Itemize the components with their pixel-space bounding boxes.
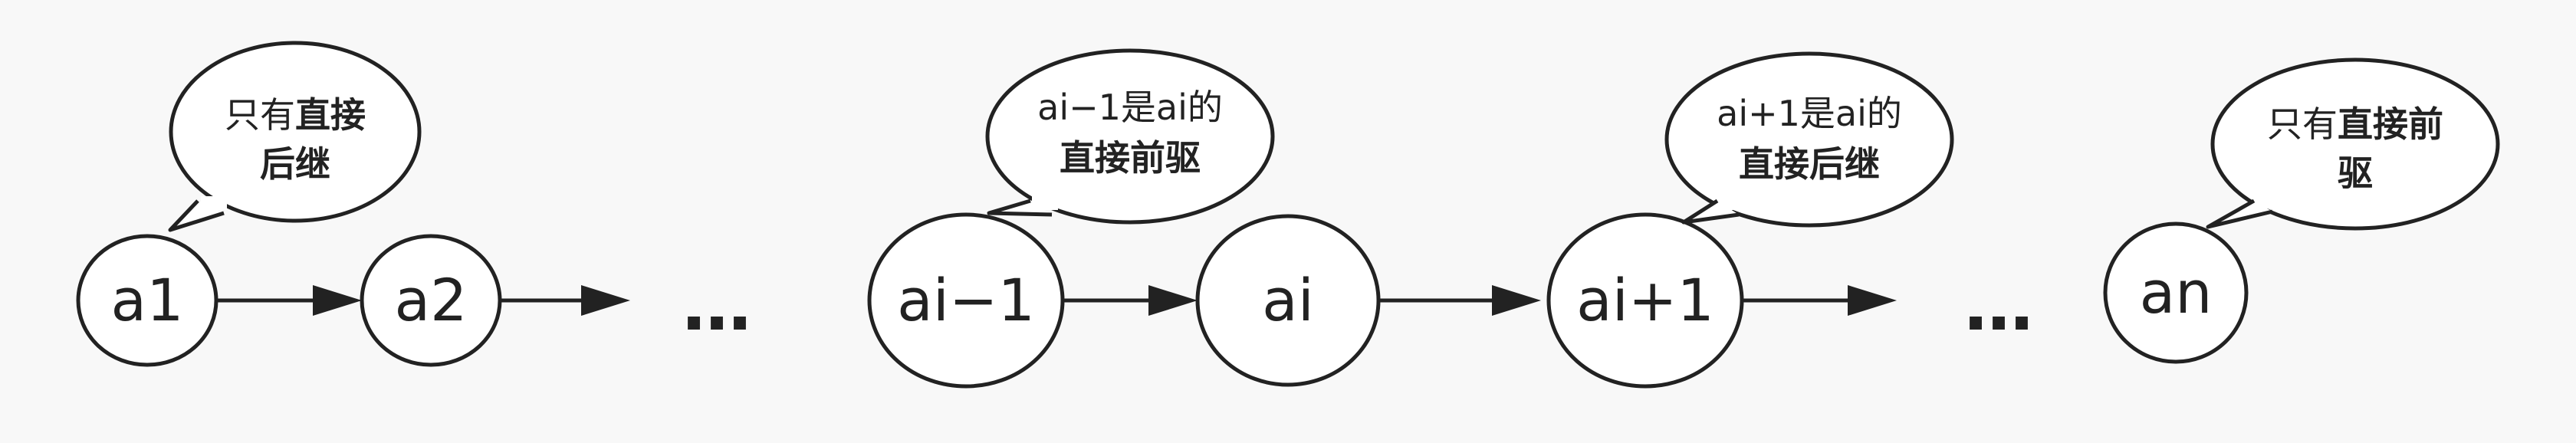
- callout-a1-line2: 后继: [260, 143, 330, 185]
- diagram-canvas: a1 a2 ai−1 ai ai+1 an … … 只有直接 后继 ai−1是a…: [76, 41, 2500, 389]
- callout-ai+1-line2: 直接后继: [1739, 143, 1880, 185]
- callout-an-line2: 驱: [2338, 153, 2373, 194]
- node-a1: a1: [76, 234, 219, 367]
- node-a2: a2: [360, 234, 502, 367]
- node-ai-1: ai−1: [867, 212, 1065, 389]
- node-ai+1: ai+1: [1546, 212, 1744, 389]
- callout-ai-1-line1: ai−1是ai的: [1037, 87, 1223, 128]
- node-ai: ai: [1195, 214, 1381, 387]
- callout-ai-1-line2: 直接前驱: [1060, 137, 1201, 179]
- node-label-ai: ai: [1262, 266, 1314, 334]
- linear-list-diagram: a1 a2 ai−1 ai ai+1 an … … 只有直接 后继 ai−1是a…: [0, 0, 2576, 443]
- callout-a1: 只有直接 后继: [168, 41, 422, 232]
- node-an: an: [2103, 222, 2249, 364]
- callout-an: 只有直接前 驱: [2206, 57, 2500, 231]
- callout-ai+1: ai+1是ai的 直接后继: [1664, 51, 1954, 228]
- node-label-an: an: [2140, 258, 2213, 327]
- edge-ai-ai+1: [1378, 285, 1541, 316]
- callout-an-line1: 只有直接前: [2267, 103, 2443, 145]
- node-label-ai-1: ai−1: [897, 266, 1035, 334]
- callout-ai-1: ai−1是ai的 直接前驱: [985, 48, 1275, 225]
- node-label-a1: a1: [111, 266, 184, 334]
- ellipsis-2: …: [1964, 266, 2041, 346]
- callout-ai+1-line1: ai+1是ai的: [1717, 93, 1902, 134]
- edge-a1-a2: [216, 285, 362, 316]
- edge-ai+1-continuation: [1742, 285, 1897, 316]
- ellipsis-1: …: [682, 266, 759, 346]
- node-label-a2: a2: [395, 266, 468, 334]
- edge-ai-1-ai: [1063, 285, 1198, 316]
- callout-a1-line1: 只有直接: [225, 94, 366, 136]
- edge-a2-continuation: [500, 285, 630, 316]
- node-label-ai+1: ai+1: [1576, 266, 1714, 334]
